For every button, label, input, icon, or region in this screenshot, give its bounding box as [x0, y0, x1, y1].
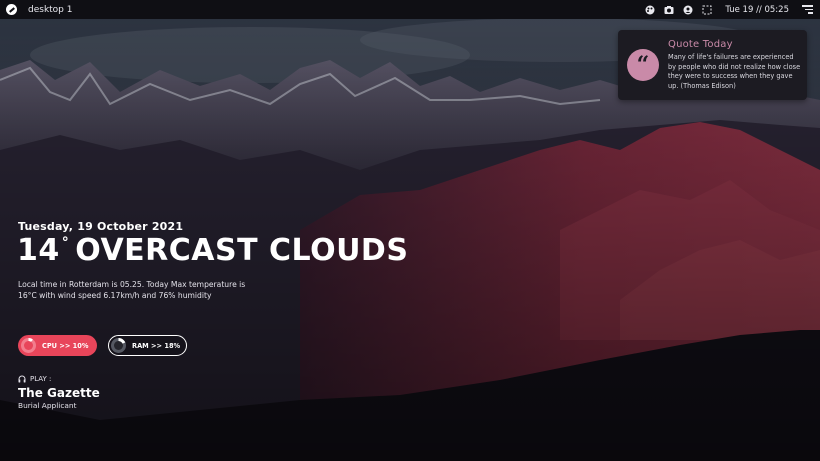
menu-icon[interactable] — [802, 5, 813, 14]
user-icon[interactable] — [683, 5, 693, 15]
quote-card: “ Quote Today Many of life's failures ar… — [618, 30, 807, 100]
weather-condition: OVERCAST CLOUDS — [75, 233, 409, 268]
play-indicator[interactable]: PLAY : — [18, 375, 51, 383]
palette-icon[interactable] — [645, 5, 655, 15]
degree-symbol: ° — [61, 235, 70, 251]
cpu-gauge-icon — [21, 338, 36, 353]
quote-icon: “ — [627, 49, 659, 81]
launcher-icon[interactable] — [6, 4, 17, 15]
date-label: Tuesday, 19 October 2021 — [18, 220, 184, 233]
track-title: The Gazette — [18, 386, 100, 400]
cpu-usage-label: CPU >> 10% — [42, 341, 89, 350]
ram-gauge-icon — [111, 338, 126, 353]
top-bar: desktop 1 Tue 19 // 05:25 — [0, 0, 820, 19]
headphones-icon — [18, 375, 26, 383]
camera-icon[interactable] — [664, 5, 674, 15]
ram-usage-pill[interactable]: RAM >> 18% — [108, 335, 187, 356]
track-artist: Burial Applicant — [18, 401, 77, 410]
workspace-label[interactable]: desktop 1 — [28, 5, 73, 15]
cpu-usage-pill[interactable]: CPU >> 10% — [18, 335, 97, 356]
weather-description: Local time in Rotterdam is 05.25. Today … — [18, 280, 246, 300]
play-label: PLAY : — [30, 375, 52, 383]
quote-title: Quote Today — [668, 39, 733, 50]
weather-headline: 14 ° OVERCAST CLOUDS — [17, 233, 408, 268]
temperature-value: 14 — [17, 233, 60, 268]
clock[interactable]: Tue 19 // 05:25 — [725, 5, 789, 15]
screen-icon[interactable] — [702, 5, 712, 15]
ram-usage-label: RAM >> 18% — [132, 341, 181, 350]
quote-text: Many of life's failures are experienced … — [668, 53, 801, 90]
